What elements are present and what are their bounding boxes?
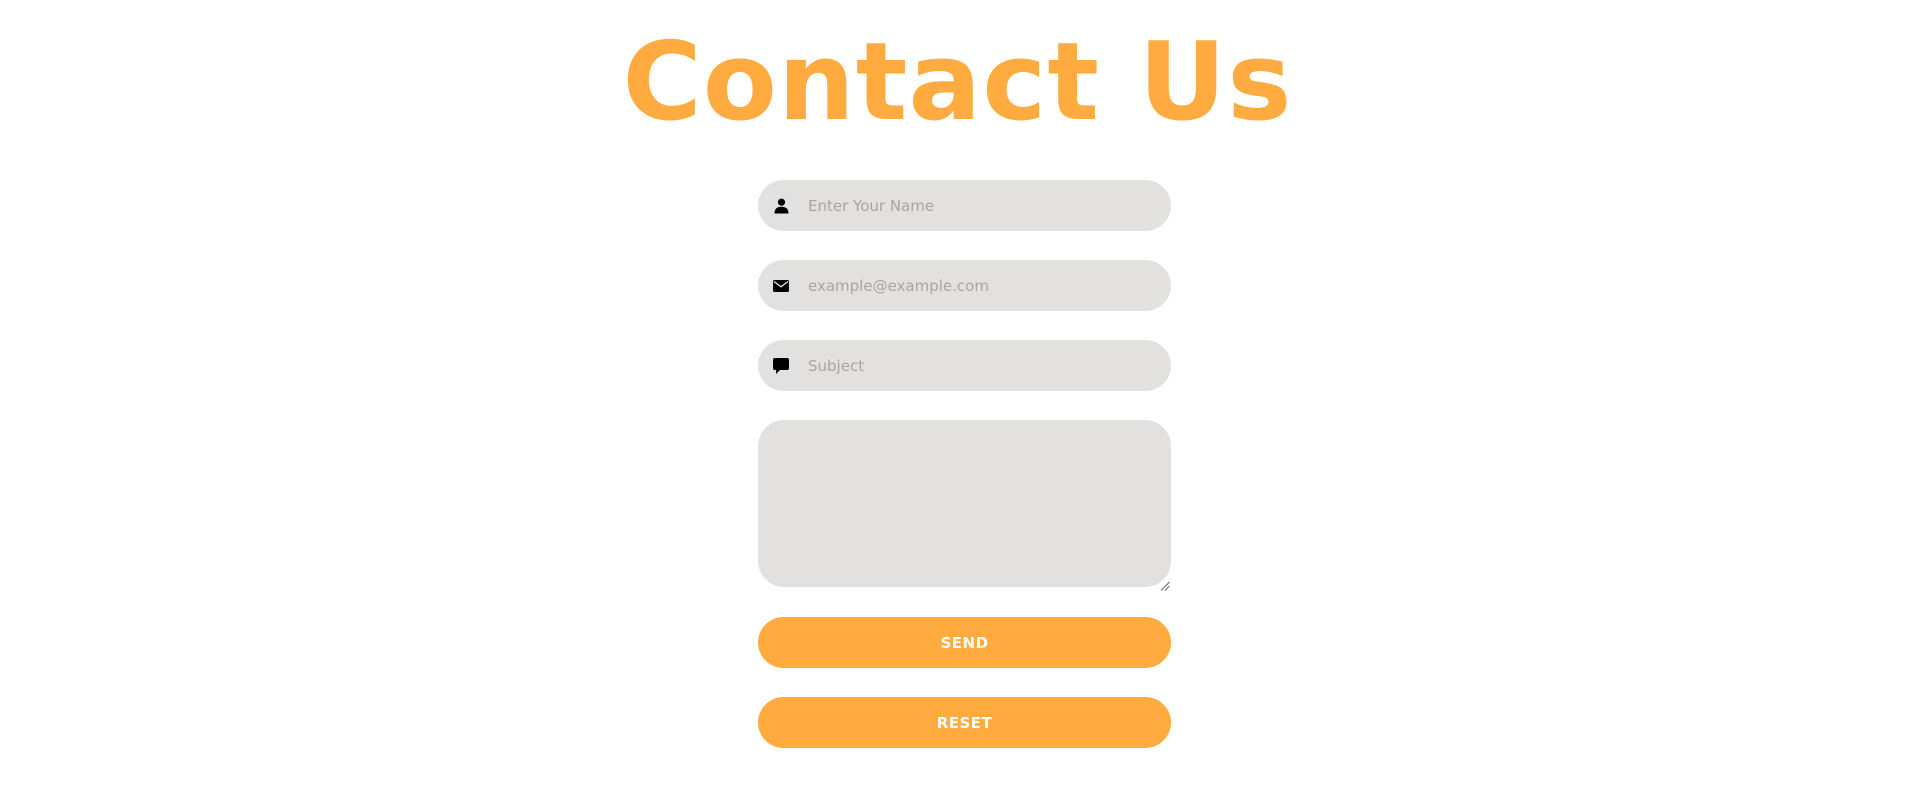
subject-input[interactable]	[808, 340, 1158, 391]
user-icon	[771, 196, 791, 216]
name-input[interactable]	[808, 180, 1158, 231]
contact-form: SEND RESET	[758, 180, 1171, 777]
speech-bubble-icon	[771, 356, 791, 376]
reset-button[interactable]: RESET	[758, 697, 1171, 748]
contact-page: Contact Us Enter Your Name example@examp…	[0, 0, 1915, 794]
page-title: Contact Us	[622, 20, 1293, 145]
send-button[interactable]: SEND	[758, 617, 1171, 668]
name-field	[758, 180, 1171, 231]
email-input[interactable]	[808, 260, 1158, 311]
email-field	[758, 260, 1171, 311]
resize-handle-icon[interactable]	[1160, 576, 1170, 591]
message-textarea[interactable]	[758, 420, 1171, 587]
message-field	[758, 420, 1171, 591]
envelope-icon	[771, 276, 791, 296]
subject-field	[758, 340, 1171, 391]
